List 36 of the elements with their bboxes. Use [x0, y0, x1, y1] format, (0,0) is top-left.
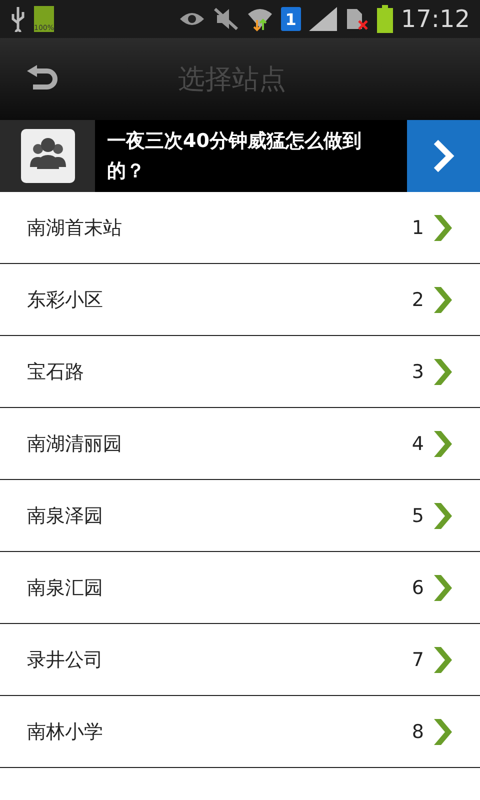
station-number: 4 [412, 432, 424, 454]
battery-icon [376, 5, 393, 33]
chevron-icon [434, 574, 452, 600]
chevron-icon [434, 718, 452, 744]
station-number: 1 [412, 216, 424, 238]
station-name: 南林小学 [27, 720, 104, 744]
sim-badge: 1 [280, 7, 301, 31]
eye-icon [178, 10, 205, 28]
wifi-icon [246, 6, 273, 32]
mute-icon [212, 7, 239, 31]
ad-arrow-button[interactable] [407, 120, 480, 192]
station-number: 6 [412, 576, 424, 598]
station-name: 南泉汇园 [27, 576, 104, 600]
chevron-icon [434, 502, 452, 528]
usb-icon [10, 6, 26, 32]
chevron-icon [434, 358, 452, 384]
station-name: 南泉泽园 [27, 504, 104, 528]
station-name: 东彩小区 [27, 288, 104, 312]
station-number: 7 [412, 648, 424, 670]
sim-card-icon [344, 7, 369, 31]
chevron-icon [432, 138, 456, 174]
clock-time: 17:12 [400, 5, 470, 33]
station-number: 3 [412, 360, 424, 382]
station-number: 2 [412, 288, 424, 310]
chevron-icon [434, 286, 452, 312]
station-number: 5 [412, 504, 424, 526]
station-number: 8 [412, 720, 424, 742]
station-name: 南湖清丽园 [27, 432, 123, 456]
signal-icon [308, 7, 337, 31]
chevron-icon [434, 430, 452, 456]
station-name: 南湖首末站 [27, 216, 123, 240]
chevron-icon [434, 214, 452, 240]
station-name: 录井公司 [27, 648, 104, 672]
chevron-icon [434, 646, 452, 672]
people-icon [20, 129, 74, 183]
station-name: 宝石路 [27, 360, 85, 384]
